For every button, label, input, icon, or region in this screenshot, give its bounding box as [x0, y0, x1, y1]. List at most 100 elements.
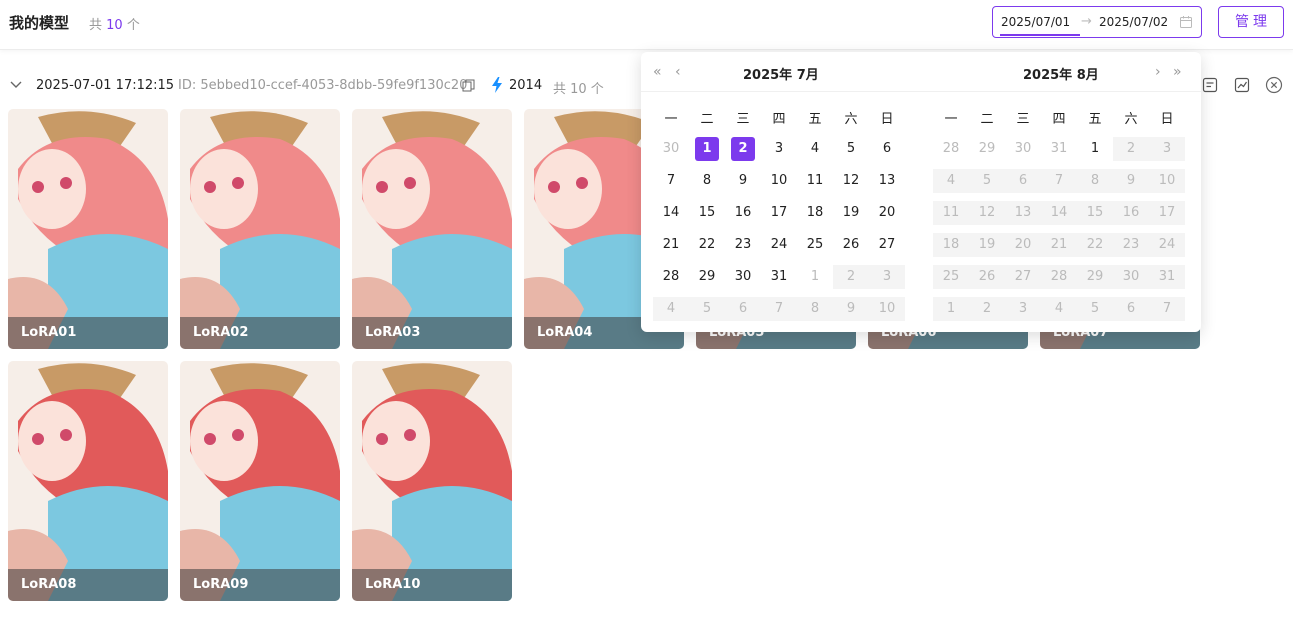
calendar-day[interactable]: 5 — [833, 137, 869, 161]
calendar-day[interactable]: 20 — [869, 201, 905, 225]
calendar-day[interactable]: 27 — [869, 233, 905, 257]
page-title: 我的模型 — [9, 14, 70, 32]
calendar-day[interactable]: 19 — [833, 201, 869, 225]
model-card[interactable]: LoRA03 — [352, 109, 512, 349]
calendar-day[interactable]: 24 — [761, 233, 797, 257]
chart-icon[interactable] — [1233, 76, 1251, 94]
lightning-icon — [492, 77, 502, 93]
calendar-day[interactable]: 30 — [1005, 137, 1041, 161]
model-card[interactable]: LoRA02 — [180, 109, 340, 349]
calendar-day[interactable]: 23 — [725, 233, 761, 257]
calendar-day: 22 — [1077, 233, 1113, 257]
calendar-day[interactable]: 1 — [1077, 137, 1113, 161]
manage-button[interactable]: 管理 — [1218, 6, 1284, 38]
model-card[interactable]: LoRA08 — [8, 361, 168, 601]
prev-month-icon[interactable]: ‹ — [675, 64, 681, 80]
calendar-day: 3 — [1149, 137, 1185, 161]
power-value: 2014 — [509, 78, 543, 93]
chevron-down-icon[interactable] — [9, 78, 23, 92]
end-date-input[interactable]: 2025/07/02 — [1099, 15, 1168, 29]
calendar-day[interactable]: 31 — [1041, 137, 1077, 161]
calendar-day[interactable]: 18 — [797, 201, 833, 225]
calendar-day[interactable]: 1 — [797, 265, 833, 289]
calendar-day: 21 — [1041, 233, 1077, 257]
calendar-day[interactable]: 30 — [653, 137, 689, 161]
model-thumbnail — [180, 361, 340, 601]
calendar-day[interactable]: 9 — [725, 169, 761, 193]
calendar-day-selected[interactable]: 1 — [689, 137, 725, 161]
calendar-day[interactable]: 11 — [797, 169, 833, 193]
model-card[interactable]: LoRA01 — [8, 109, 168, 349]
calendar-day: 9 — [1113, 169, 1149, 193]
model-name: LoRA01 — [21, 325, 77, 340]
calendar-day[interactable]: 14 — [653, 201, 689, 225]
calendar-day[interactable]: 7 — [653, 169, 689, 193]
calendar-day[interactable]: 4 — [797, 137, 833, 161]
calendar-day[interactable]: 21 — [653, 233, 689, 257]
calendar-day[interactable]: 12 — [833, 169, 869, 193]
calendar-day[interactable]: 22 — [689, 233, 725, 257]
model-label-bar: LoRA09 — [180, 569, 340, 601]
calendar-day[interactable]: 16 — [725, 201, 761, 225]
calendar-day[interactable]: 31 — [761, 265, 797, 289]
calendar-day[interactable]: 29 — [969, 137, 1005, 161]
calendar-day: 4 — [933, 169, 969, 193]
model-card[interactable]: LoRA09 — [180, 361, 340, 601]
calendar-day[interactable]: 28 — [933, 137, 969, 161]
model-label-bar: LoRA01 — [8, 317, 168, 349]
calendar-day[interactable]: 6 — [869, 137, 905, 161]
start-date-input[interactable]: 2025/07/01 — [1001, 15, 1070, 29]
calendar-day[interactable]: 25 — [797, 233, 833, 257]
calendar-day[interactable]: 30 — [725, 265, 761, 289]
model-count: 共 10 个 — [89, 14, 140, 33]
prev-year-icon[interactable]: « — [653, 64, 662, 80]
calendar-day: 7 — [1041, 169, 1077, 193]
calendar-day[interactable]: 13 — [869, 169, 905, 193]
model-name: LoRA03 — [365, 325, 421, 340]
model-label-bar: LoRA03 — [352, 317, 512, 349]
calendar-day[interactable]: 17 — [761, 201, 797, 225]
calendar-day: 5 — [689, 297, 725, 321]
calendar-day: 10 — [1149, 169, 1185, 193]
model-name: LoRA04 — [537, 325, 593, 340]
next-year-icon[interactable]: » — [1173, 64, 1182, 80]
calendar-day: 20 — [1005, 233, 1041, 257]
calendar-day[interactable]: 10 — [761, 169, 797, 193]
weekday-label: 日 — [1160, 112, 1174, 127]
calendar-day: 29 — [1077, 265, 1113, 289]
calendar-day: 4 — [1041, 297, 1077, 321]
count-prefix: 共 — [89, 18, 103, 33]
next-month-icon[interactable]: › — [1155, 64, 1161, 80]
left-month-title: 2025年 7月 — [743, 68, 819, 83]
calendar-day: 4 — [653, 297, 689, 321]
date-picker-popup: « ‹ 2025年 7月 2025年 8月 › » 一二三四五六日 30 1 2 3 4 5… — [641, 52, 1201, 332]
weekday-label: 五 — [808, 112, 822, 127]
calendar-day: 8 — [797, 297, 833, 321]
selected-day-marker[interactable]: 2 — [731, 137, 755, 161]
date-range-picker[interactable]: 2025/07/01 → 2025/07/02 — [992, 6, 1202, 38]
close-circle-icon[interactable] — [1265, 76, 1283, 94]
selected-day-marker[interactable]: 1 — [695, 137, 719, 161]
calendar-day: 10 — [869, 297, 905, 321]
calendar-day[interactable]: 8 — [689, 169, 725, 193]
calendar-day[interactable]: 26 — [833, 233, 869, 257]
copy-icon[interactable] — [462, 79, 475, 92]
calendar-day[interactable]: 29 — [689, 265, 725, 289]
calendar-icon — [1180, 16, 1192, 28]
calendar-day: 5 — [1077, 297, 1113, 321]
calendar-day: 2 — [1113, 137, 1149, 161]
model-name: LoRA10 — [365, 577, 421, 592]
model-name: LoRA08 — [21, 577, 77, 592]
calendar-day-selected[interactable]: 2 — [725, 137, 761, 161]
calendar-day[interactable]: 28 — [653, 265, 689, 289]
calendar-day: 2 — [833, 265, 869, 289]
calendar-day: 5 — [969, 169, 1005, 193]
calendar-day: 19 — [969, 233, 1005, 257]
document-icon[interactable] — [1201, 76, 1219, 94]
calendar-day[interactable]: 3 — [761, 137, 797, 161]
calendar-day: 31 — [1149, 265, 1185, 289]
calendar-day[interactable]: 15 — [689, 201, 725, 225]
count-value: 10 — [106, 18, 123, 33]
calendar-day: 3 — [1005, 297, 1041, 321]
model-card[interactable]: LoRA10 — [352, 361, 512, 601]
